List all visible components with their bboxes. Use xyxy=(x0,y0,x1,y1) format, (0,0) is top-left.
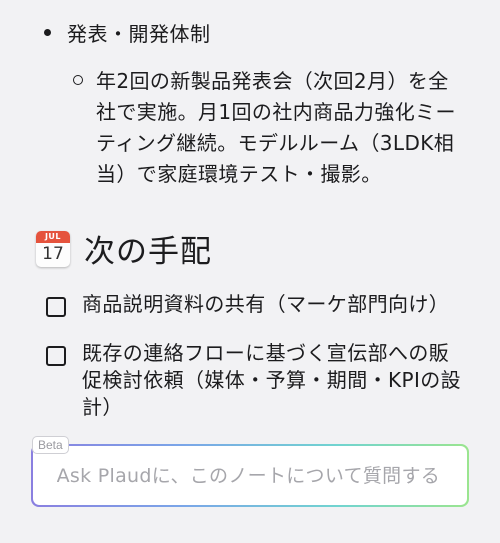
calendar-day: 17 xyxy=(42,243,64,264)
sub-bullet-line: 社で実施。月1回の社内商品力強化ミー xyxy=(96,100,456,124)
calendar-icon: JUL 17 xyxy=(36,230,70,267)
beta-badge: Beta xyxy=(32,436,69,454)
sub-bullet-item: 年2回の新製品発表会（次回2月）を全 社で実施。月1回の社内商品力強化ミー ティ… xyxy=(73,66,473,190)
task-checkbox[interactable] xyxy=(46,346,66,366)
task-label: 既存の連絡フローに基づく宣伝部への販 促検討依頼（媒体・予算・期間・KPIの設 … xyxy=(82,340,461,421)
sub-bullet-line: 年2回の新製品発表会（次回2月）を全 xyxy=(96,69,449,93)
ask-input-container[interactable] xyxy=(32,445,468,506)
bullet-item: 発表・開発体制 xyxy=(44,18,211,47)
hollow-bullet-icon xyxy=(73,75,83,85)
task-item: 既存の連絡フローに基づく宣伝部への販 促検討依頼（媒体・予算・期間・KPIの設 … xyxy=(46,340,466,421)
task-line: 促検討依頼（媒体・予算・期間・KPIの設 xyxy=(82,368,462,392)
ask-input-frame[interactable] xyxy=(31,444,469,507)
task-line: 既存の連絡フローに基づく宣伝部への販 xyxy=(82,341,450,365)
calendar-month: JUL xyxy=(36,230,70,243)
note-content: 発表・開発体制 年2回の新製品発表会（次回2月）を全 社で実施。月1回の社内商品… xyxy=(0,0,500,430)
task-item: 商品説明資料の共有（マーケ部門向け） xyxy=(46,291,466,318)
ask-input[interactable] xyxy=(54,463,459,488)
section-title: 次の手配 xyxy=(84,234,212,270)
task-line: 商品説明資料の共有（マーケ部門向け） xyxy=(82,292,450,316)
bullet-dot-icon xyxy=(44,29,51,36)
ask-bar: Beta xyxy=(0,430,500,543)
sub-bullet-text: 年2回の新製品発表会（次回2月）を全 社で実施。月1回の社内商品力強化ミー ティ… xyxy=(96,66,456,190)
task-label: 商品説明資料の共有（マーケ部門向け） xyxy=(82,291,449,318)
task-line: 計） xyxy=(82,395,123,419)
section-heading: JUL 17 次の手配 xyxy=(36,226,212,271)
sub-bullet-line: ティング継続。モデルルーム（3LDK相 xyxy=(96,131,455,155)
bullet-text: 発表・開発体制 xyxy=(67,22,211,46)
sub-bullet-line: 当）で家庭環境テスト・撮影。 xyxy=(96,162,382,186)
task-checkbox[interactable] xyxy=(46,297,66,317)
